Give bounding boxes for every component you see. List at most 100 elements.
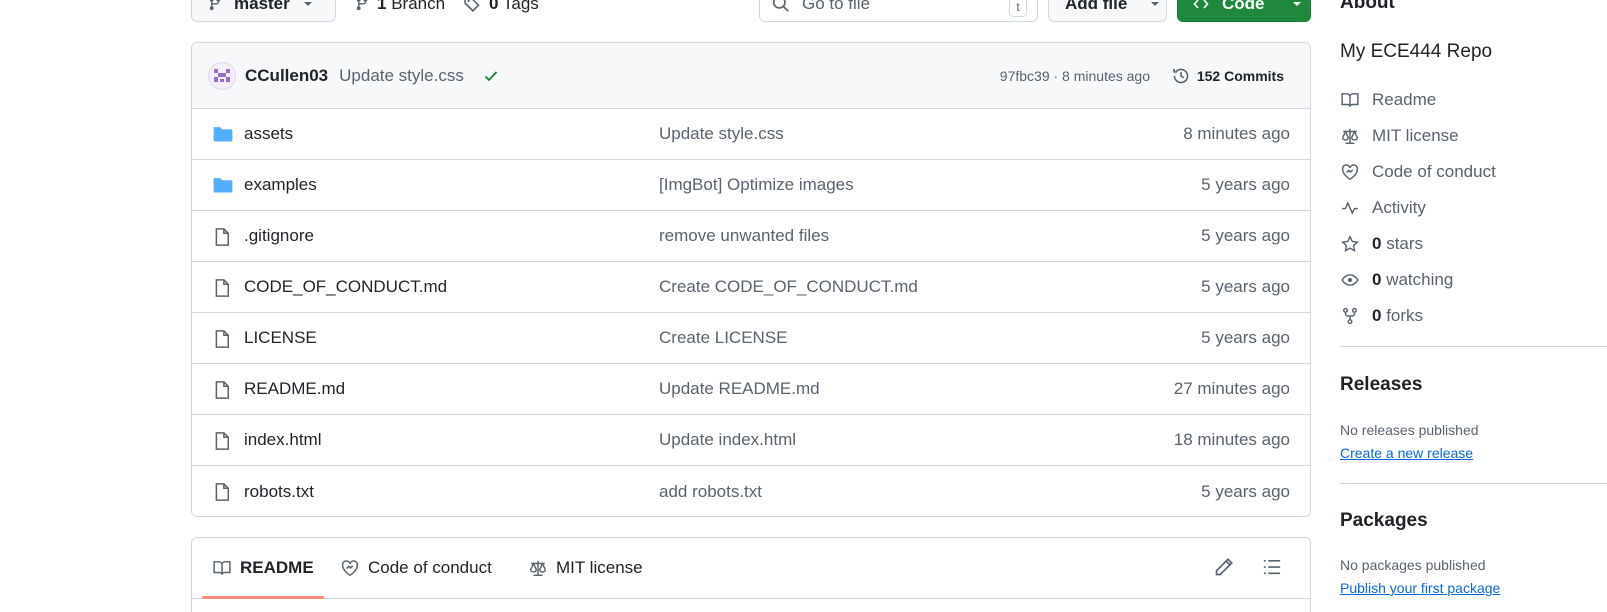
eye-icon [1340, 271, 1360, 289]
file-icon [212, 328, 232, 350]
file-commit-message-link[interactable]: [ImgBot] Optimize images [659, 175, 854, 195]
readme-link-label: Readme [1372, 90, 1437, 109]
tab-mit-license[interactable]: MIT license [528, 538, 643, 598]
file-name-link[interactable]: assets [244, 124, 293, 144]
file-table: CCullen03 Update style.css 97fbc39 · 8 m… [191, 42, 1311, 517]
file-name-link[interactable]: README.md [244, 379, 345, 399]
file-icon [212, 277, 232, 299]
folder-icon [212, 175, 234, 195]
pencil-icon[interactable] [1214, 557, 1234, 577]
tab-code-of-conduct[interactable]: Code of conduct [340, 538, 492, 598]
publish-package-link[interactable]: Publish your first package [1340, 580, 1500, 596]
table-row[interactable]: README.md Update README.md 27 minutes ago [192, 364, 1310, 415]
table-row[interactable]: assets Update style.css 8 minutes ago [192, 109, 1310, 160]
folder-icon [212, 124, 234, 144]
code-icon [1192, 0, 1210, 12]
table-row[interactable]: robots.txt add robots.txt 5 years ago [192, 466, 1310, 516]
file-name-link[interactable]: index.html [244, 430, 321, 450]
chevron-down-icon [1149, 0, 1161, 10]
tab-mit-license-label: MIT license [556, 558, 643, 577]
activity-link-label: Activity [1372, 198, 1426, 217]
book-icon [212, 559, 232, 577]
table-row[interactable]: index.html Update index.html 18 minutes ag… [192, 415, 1310, 466]
commit-hash-time[interactable]: 97fbc39 · 8 minutes ago [1000, 68, 1150, 84]
chevron-down-icon [1291, 0, 1303, 10]
heart-hand-icon [1340, 163, 1360, 181]
tags-link[interactable]: 0 Tags [463, 0, 539, 14]
sidebar-divider [1340, 483, 1607, 484]
search-shortcut-key: t [1009, 0, 1027, 17]
file-name-link[interactable]: CODE_OF_CONDUCT.md [244, 277, 447, 297]
releases-note: No releases published [1340, 422, 1479, 438]
file-commit-age: 5 years ago [1201, 226, 1290, 245]
license-link-label: MIT license [1372, 126, 1459, 145]
tags-label: Tags [502, 0, 539, 13]
file-commit-message-link[interactable]: Update style.css [659, 124, 784, 144]
book-icon [1340, 91, 1360, 109]
file-commit-age: 5 years ago [1201, 175, 1290, 194]
stars-label: stars [1386, 234, 1424, 253]
table-row[interactable]: LICENSE Create LICENSE 5 years ago [192, 313, 1310, 364]
file-commit-message-link[interactable]: add robots.txt [659, 482, 762, 502]
stars-count: 0 [1372, 234, 1382, 253]
readme-tab-bar: README Code of conduct MIT license [192, 538, 1310, 599]
file-name-link[interactable]: examples [244, 175, 317, 195]
latest-commit-bar: CCullen03 Update style.css 97fbc39 · 8 m… [192, 43, 1310, 109]
list-outline-icon[interactable] [1262, 557, 1282, 577]
chevron-down-icon [302, 0, 314, 10]
file-commit-message-link[interactable]: Update index.html [659, 430, 796, 450]
code-of-conduct-link[interactable]: Code of conduct [1340, 162, 1496, 182]
commits-count: 152 [1196, 67, 1221, 84]
activity-link[interactable]: Activity [1340, 198, 1426, 218]
commits-history-link[interactable]: 152 Commits [1172, 67, 1284, 85]
table-row[interactable]: .gitignore remove unwanted files 5 years a… [192, 211, 1310, 262]
packages-note: No packages published [1340, 557, 1486, 573]
search-placeholder: Go to file [802, 0, 871, 13]
search-icon [772, 0, 790, 13]
history-icon [1172, 67, 1190, 85]
table-row[interactable]: examples [ImgBot] Optimize images 5 years … [192, 160, 1310, 211]
go-to-file-input[interactable]: Go to file t [759, 0, 1038, 22]
commit-message-link[interactable]: Update style.css [339, 66, 464, 86]
tab-readme[interactable]: README [202, 538, 324, 599]
forks-label: forks [1386, 306, 1424, 325]
file-icon [212, 430, 232, 452]
law-icon [1340, 127, 1360, 145]
file-name-link[interactable]: .gitignore [244, 226, 314, 246]
heart-hand-icon [340, 559, 360, 577]
watching-link[interactable]: 0 watching [1340, 270, 1453, 290]
code-of-conduct-link-label: Code of conduct [1372, 162, 1496, 181]
add-file-button[interactable]: Add file [1048, 0, 1167, 22]
file-commit-age: 18 minutes ago [1173, 430, 1290, 449]
law-icon [528, 559, 548, 577]
file-commit-message-link[interactable]: Update README.md [659, 379, 820, 399]
table-row[interactable]: CODE_OF_CONDUCT.md Create CODE_OF_CONDUCT… [192, 262, 1310, 313]
license-link[interactable]: MIT license [1340, 126, 1459, 146]
file-commit-message-link[interactable]: Create LICENSE [659, 328, 788, 348]
file-icon [212, 481, 232, 503]
code-button[interactable]: Code [1177, 0, 1311, 22]
releases-heading[interactable]: Releases [1340, 374, 1422, 396]
add-file-label: Add file [1065, 0, 1128, 13]
commit-author-link[interactable]: CCullen03 [245, 66, 328, 86]
branches-count: 1 [377, 0, 387, 13]
file-name-link[interactable]: LICENSE [244, 328, 317, 348]
forks-link[interactable]: 0 forks [1340, 306, 1423, 326]
branches-link[interactable]: 1 Branch [355, 0, 445, 14]
branch-selector-button[interactable]: master [191, 0, 336, 22]
create-release-link[interactable]: Create a new release [1340, 445, 1473, 461]
pulse-icon [1340, 199, 1360, 217]
readme-link[interactable]: Readme [1340, 90, 1436, 110]
file-commit-age: 8 minutes ago [1183, 124, 1290, 143]
avatar[interactable] [208, 61, 236, 90]
tag-icon [463, 0, 481, 13]
forks-count: 0 [1372, 306, 1382, 325]
file-commit-message-link[interactable]: Create CODE_OF_CONDUCT.md [659, 277, 918, 297]
file-name-link[interactable]: robots.txt [244, 482, 314, 502]
check-icon[interactable] [482, 68, 500, 84]
fork-icon [1340, 307, 1360, 325]
file-commit-age: 5 years ago [1201, 328, 1290, 347]
stars-link[interactable]: 0 stars [1340, 234, 1423, 254]
file-commit-message-link[interactable]: remove unwanted files [659, 226, 829, 246]
packages-heading[interactable]: Packages [1340, 510, 1428, 532]
